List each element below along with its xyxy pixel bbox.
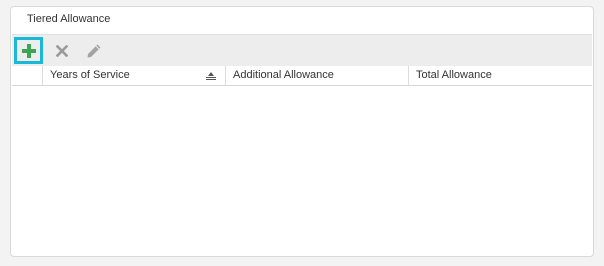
add-row-button[interactable] [14,37,43,64]
column-header-label: Additional Allowance [233,69,334,81]
delete-row-button[interactable] [47,37,76,64]
close-icon [55,44,68,57]
row-indicator-header [12,66,43,85]
column-header-total-allowance[interactable]: Total Allowance [409,66,592,85]
edit-row-button[interactable] [79,37,108,64]
plus-icon [21,43,36,58]
pencil-icon [87,44,100,57]
grid-toolbar [12,34,592,66]
grid-body[interactable] [12,86,592,255]
column-header-additional-allowance[interactable]: Additional Allowance [226,66,409,85]
column-header-years-of-service[interactable]: Years of Service [43,66,226,85]
tiered-allowance-panel: Tiered Allowance Years of Service Additi… [10,6,594,257]
column-header-label: Years of Service [50,69,130,81]
panel-title: Tiered Allowance [27,13,111,25]
grid-header: Years of Service Additional Allowance To… [12,66,592,86]
column-header-label: Total Allowance [416,69,492,81]
